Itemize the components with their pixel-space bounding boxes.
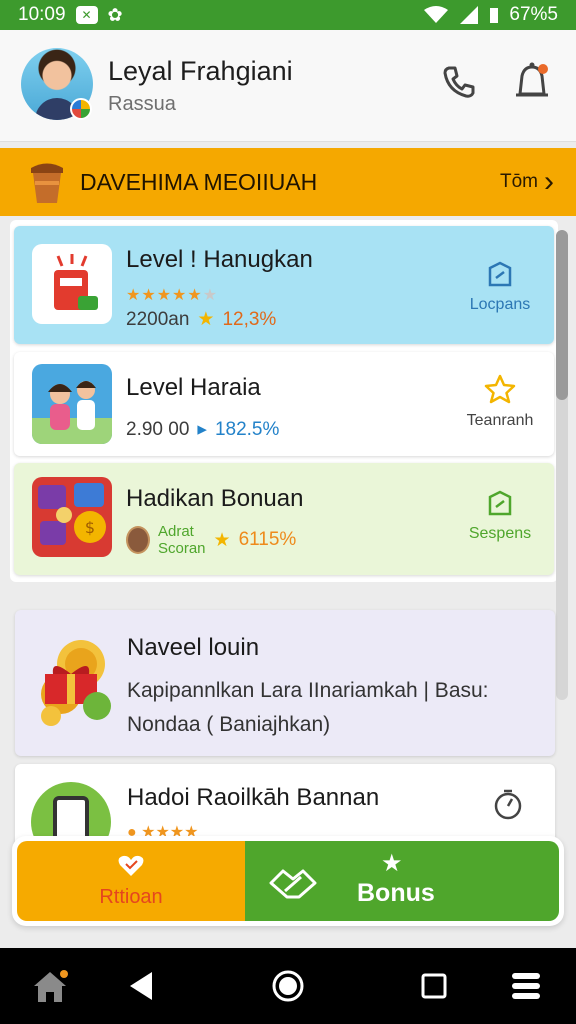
game-title: Level ! Hanugkan	[126, 246, 313, 273]
game-thumbnail	[32, 244, 112, 324]
game-title: Hadikan Bonuan	[126, 485, 304, 512]
home-icon[interactable]	[30, 968, 70, 1004]
banner-title: DAVEHIMA MEOIIUAH	[80, 168, 318, 195]
list-item[interactable]: Level ! Hanugkan ★★★★★★ 2200an ★ 12,3% L…	[14, 226, 554, 344]
chevron-right-icon[interactable]: ›	[544, 167, 554, 197]
banner-link[interactable]: Tōm	[500, 171, 538, 193]
owl-badge-icon	[126, 526, 150, 554]
timer-icon[interactable]	[493, 788, 523, 820]
game-action-button[interactable]: Teanranh	[460, 374, 540, 430]
svg-text:$: $	[85, 518, 95, 537]
game-stats: 2200an ★ 12,3%	[126, 308, 276, 331]
tab-action-label: Rttioan	[99, 885, 163, 908]
status-bar: 10:09 ✕ ✿ 67%5	[0, 0, 576, 30]
badge-line-2: Scoran	[158, 540, 206, 557]
game-thumbnail	[32, 364, 112, 444]
signal-icon	[460, 6, 479, 24]
game-stats: Adrat Scoran ★ 6115%	[126, 523, 296, 557]
cup-icon	[31, 163, 63, 203]
gift-coins-icon	[41, 640, 111, 726]
list-item[interactable]: Hadoi Raoilkāh Bannan ● ★★★★	[15, 764, 555, 844]
star-outline-icon	[484, 374, 516, 404]
edit-square-icon	[488, 490, 512, 516]
tab-bonus-label: Bonus	[357, 879, 435, 907]
badge-text: Adrat Scoran	[158, 523, 206, 557]
list-item[interactable]: Level Haraia 2.90 00 ▸ 182.5% Teanranh	[14, 352, 554, 456]
app-notification-icon: ✿	[107, 4, 123, 25]
handshake-icon	[269, 869, 317, 899]
profile-name: Leyal Frahgiani	[108, 56, 293, 86]
game-percent: 6115%	[238, 529, 297, 550]
battery-icon	[490, 8, 499, 23]
game-action-button[interactable]: Sespens	[460, 489, 540, 543]
star-icon: ★	[197, 309, 215, 330]
system-nav-bar	[0, 948, 576, 1024]
menu-icon[interactable]	[506, 968, 546, 1004]
tab-action[interactable]: Rttioan	[17, 841, 245, 921]
heart-icon	[118, 855, 144, 876]
scrollbar[interactable]	[556, 230, 568, 700]
game-action-label: Locpans	[469, 296, 531, 313]
game-list: Level ! Hanugkan ★★★★★★ 2200an ★ 12,3% L…	[10, 220, 558, 582]
avatar-badge	[70, 98, 92, 120]
info-body: Kapipannlkan Lara IInariamkah | Basu: No…	[127, 679, 489, 736]
phone-icon[interactable]	[442, 65, 476, 99]
game-thumbnail: $	[32, 477, 112, 557]
bottom-tab-bar: Rttioan ★ Bonus	[12, 836, 564, 926]
game-stats: 2.90 00 ▸ 182.5%	[126, 418, 279, 441]
star-icon: ★	[381, 850, 403, 877]
game-percent: 182.5%	[214, 418, 280, 440]
info-card[interactable]: Naveel louin Kapipannlkan Lara IInariamk…	[15, 610, 555, 756]
game-action-label: Sespens	[468, 525, 532, 542]
promo-banner[interactable]: DAVEHIMA MEOIIUAH Tōm ›	[0, 148, 576, 216]
profile-subtitle: Rassua	[108, 93, 176, 115]
trend-arrow-icon: ▸	[197, 419, 207, 440]
scroll-thumb[interactable]	[556, 230, 568, 400]
notification-dot	[538, 64, 548, 74]
app-header: Leyal Frahgiani Rassua	[0, 30, 576, 142]
game-percent: 12,3%	[222, 308, 277, 330]
notification-icon: ✕	[75, 6, 98, 24]
list-item[interactable]: $ Hadikan Bonuan Adrat Scoran ★ 6115% Se…	[14, 463, 554, 575]
recents-icon[interactable]	[414, 968, 454, 1004]
player-count: 2.90 00	[126, 418, 190, 440]
rating-stars: ★★★★★★	[126, 287, 219, 304]
circle-home-icon[interactable]	[268, 968, 308, 1004]
battery-level: 67%5	[509, 4, 558, 25]
star-icon: ★	[213, 529, 231, 551]
game-action-label: Teanranh	[466, 412, 534, 429]
player-count: 2200an	[126, 308, 190, 330]
back-icon[interactable]	[122, 968, 162, 1004]
badge-line-1: Adrat	[158, 523, 194, 540]
wifi-icon	[424, 6, 449, 23]
info-title: Naveel louin	[127, 634, 260, 661]
status-time: 10:09	[18, 4, 66, 25]
game-title: Hadoi Raoilkāh Bannan	[127, 784, 380, 811]
edit-square-icon	[488, 261, 512, 287]
game-action-button[interactable]: Locpans	[460, 260, 540, 314]
tab-bonus[interactable]: ★ Bonus	[245, 841, 559, 921]
game-title: Level Haraia	[126, 374, 261, 401]
